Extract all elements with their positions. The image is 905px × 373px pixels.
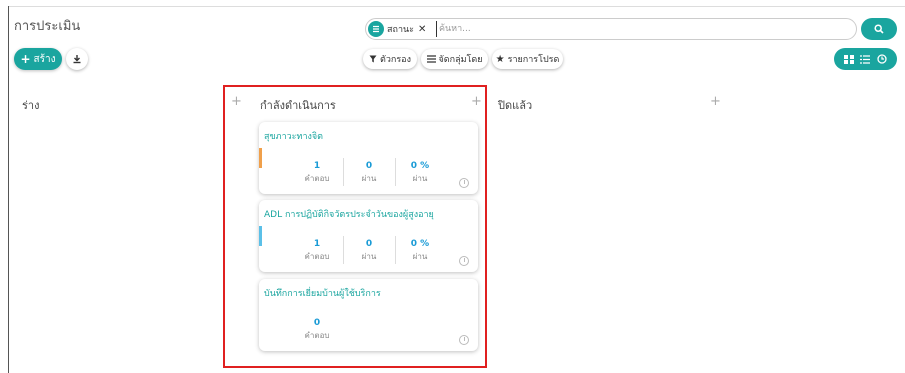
clock-icon[interactable]: [459, 256, 469, 266]
column-title-closed: ปิดแล้ว: [498, 99, 533, 112]
download-button[interactable]: [66, 48, 88, 70]
group-by-label: จัดกลุ่มโดย: [438, 55, 483, 65]
search-bar[interactable]: สถานะ ✕: [365, 18, 857, 40]
stat-answers: 1 คำตอบ: [304, 161, 330, 183]
search-button[interactable]: [861, 18, 897, 40]
favorites-label: รายการโปรด: [507, 55, 560, 65]
stat-answers: 1 คำตอบ: [304, 239, 330, 261]
activity-view-icon[interactable]: [877, 54, 887, 64]
card-title: สุขภาวะทางจิต: [264, 132, 324, 142]
stat-pass-rate: 0 % ผ่าน: [410, 161, 430, 183]
filter-facet-icon: [368, 21, 384, 37]
frame-top-border: [8, 6, 905, 7]
facet-label: สถานะ: [387, 25, 414, 35]
card-title: บันทึกการเยี่ยมบ้านผู้ใช้บริการ: [264, 289, 381, 299]
group-by-button[interactable]: จัดกลุ่มโดย: [421, 49, 488, 69]
download-icon: [73, 55, 81, 64]
create-button[interactable]: + สร้าง: [14, 48, 62, 70]
kanban-card[interactable]: ADL การปฏิบัติกิจวัตรประจำวันของผู้สูงอา…: [259, 200, 478, 272]
list-view-icon[interactable]: [860, 54, 871, 64]
remove-facet-icon[interactable]: ✕: [418, 24, 426, 35]
kanban-view-icon[interactable]: [844, 54, 855, 64]
list-lines-icon: [426, 55, 436, 63]
column-add-icon[interactable]: +: [710, 94, 721, 109]
card-title: ADL การปฏิบัติกิจวัตรประจำวันของผู้สูงอา…: [264, 210, 434, 220]
stat-answers: 0 คำตอบ: [304, 318, 330, 340]
kanban-card[interactable]: สุขภาวะทางจิต 1 คำตอบ 0 ผ่าน 0 % ผ่าน: [259, 122, 478, 194]
create-button-label: สร้าง: [33, 53, 56, 65]
frame-left-border: [8, 6, 9, 373]
card-color-bar: [259, 226, 262, 246]
clock-icon[interactable]: [459, 335, 469, 345]
status-facet[interactable]: สถานะ ✕: [368, 21, 426, 37]
filters-label: ตัวกรอง: [380, 55, 411, 65]
stat-pass-rate: 0 % ผ่าน: [410, 239, 430, 261]
search-input[interactable]: [436, 21, 816, 37]
stat-passed: 0 ผ่าน: [361, 161, 377, 183]
favorites-button[interactable]: ★ รายการโปรด: [492, 49, 563, 69]
star-icon: ★: [495, 53, 505, 65]
search-icon: [874, 24, 884, 34]
stat-passed: 0 ผ่าน: [361, 239, 377, 261]
kanban-card[interactable]: บันทึกการเยี่ยมบ้านผู้ใช้บริการ 0 คำตอบ: [259, 279, 478, 351]
clock-icon[interactable]: [459, 178, 469, 188]
column-title-draft: ร่าง: [22, 99, 40, 112]
card-color-bar: [259, 148, 262, 168]
filters-button[interactable]: ตัวกรอง: [363, 49, 417, 69]
view-switcher[interactable]: [834, 48, 897, 70]
funnel-icon: [369, 55, 377, 63]
page-title: การประเมิน: [14, 19, 81, 34]
plus-icon: +: [20, 52, 31, 66]
